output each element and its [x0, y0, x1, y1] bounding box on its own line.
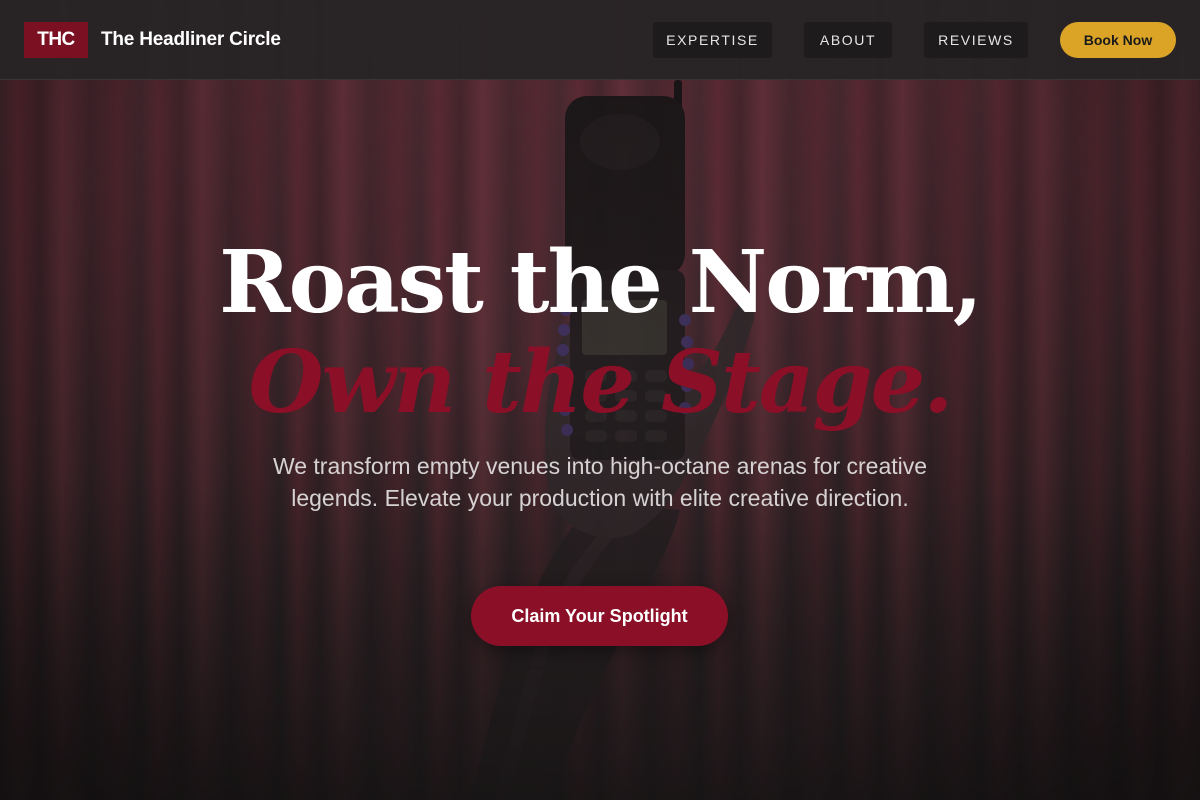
brand[interactable]: THC The Headliner Circle: [24, 21, 281, 58]
brand-name[interactable]: The Headliner Circle: [101, 29, 281, 51]
nav-link-reviews[interactable]: REVIEWS: [924, 22, 1028, 58]
nav-link-expertise[interactable]: EXPERTISE: [653, 22, 772, 58]
book-now-button[interactable]: Book Now: [1060, 22, 1176, 58]
hero-description: We transform empty venues into high-octa…: [272, 453, 928, 511]
nav-link-about[interactable]: ABOUT: [804, 22, 892, 58]
top-navbar: THC The Headliner Circle EXPERTISE ABOUT…: [0, 0, 1200, 80]
claim-spotlight-button[interactable]: Claim Your Spotlight: [471, 586, 728, 646]
hero-section: Roast the Norm, Own the Stage. We transf…: [0, 0, 1200, 800]
brand-logo[interactable]: THC: [24, 21, 88, 58]
hero-headline: Roast the Norm,: [219, 232, 983, 333]
hero-headline-accent: Own the Stage.: [248, 332, 954, 433]
